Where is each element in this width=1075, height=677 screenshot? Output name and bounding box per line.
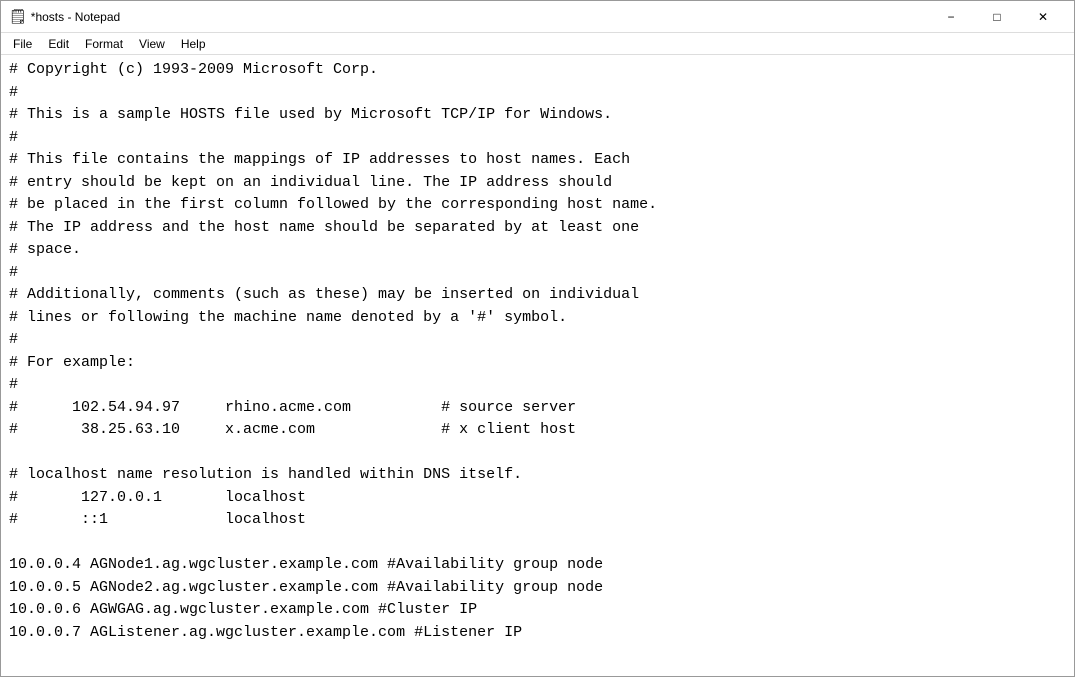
title-bar: 🗒 *hosts - Notepad − □ ✕: [1, 1, 1074, 33]
menu-format[interactable]: Format: [77, 35, 131, 53]
menu-file[interactable]: File: [5, 35, 40, 53]
window-title: *hosts - Notepad: [31, 10, 928, 24]
editor-container: # Copyright (c) 1993-2009 Microsoft Corp…: [1, 55, 1074, 676]
editor-text[interactable]: # Copyright (c) 1993-2009 Microsoft Corp…: [9, 59, 1066, 644]
notepad-window: 🗒 *hosts - Notepad − □ ✕ File Edit Forma…: [0, 0, 1075, 677]
menu-edit[interactable]: Edit: [40, 35, 77, 53]
app-icon: 🗒: [9, 8, 27, 25]
restore-button[interactable]: □: [974, 1, 1020, 33]
minimize-button[interactable]: −: [928, 1, 974, 33]
menu-help[interactable]: Help: [173, 35, 214, 53]
menu-bar: File Edit Format View Help: [1, 33, 1074, 55]
close-button[interactable]: ✕: [1020, 1, 1066, 33]
title-bar-controls: − □ ✕: [928, 1, 1066, 33]
editor-scrollable[interactable]: # Copyright (c) 1993-2009 Microsoft Corp…: [1, 55, 1074, 676]
menu-view[interactable]: View: [131, 35, 173, 53]
